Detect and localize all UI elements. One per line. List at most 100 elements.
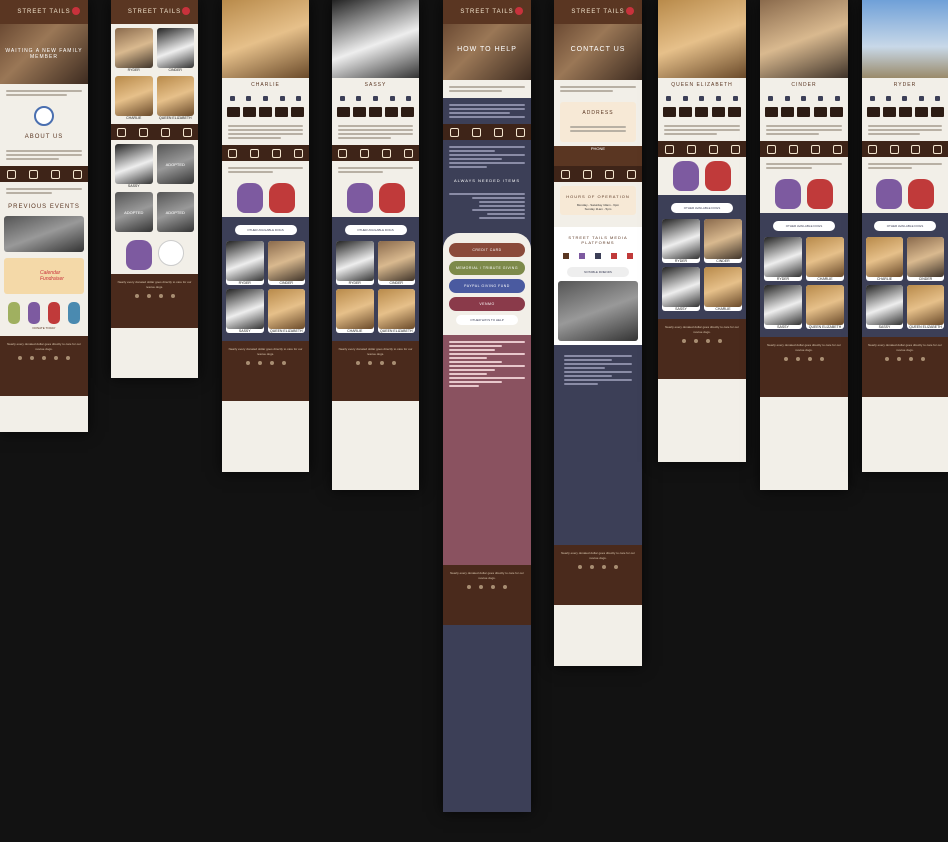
social-icons[interactable] [4,356,84,360]
dog-card[interactable]: SASSY [866,285,903,329]
heart-icon[interactable] [515,7,523,15]
credit-card-button[interactable]: CREDIT CARD [449,243,525,257]
dog-card[interactable]: CHARLIE [704,267,742,311]
dog-name: SASSY [238,329,251,333]
brand-name: STREET TAILS [571,9,625,15]
adoption-process-button[interactable] [775,179,801,209]
dog-card[interactable]: RYDER [115,28,153,72]
memorial-giving-button[interactable]: MEMORIAL / TRIBUTE GIVING [449,261,525,275]
footer-text: Nearly every donated dollar goes directl… [7,342,81,351]
nav-dogs-icon[interactable] [28,169,38,179]
bottom-nav[interactable] [554,166,642,182]
dog-card[interactable]: CINDER [377,241,415,285]
dog-card[interactable]: CINDER [907,237,944,281]
adopt-me-button[interactable] [807,179,833,209]
bottom-nav[interactable] [658,141,746,157]
heart-icon[interactable] [182,7,190,15]
adopted-card[interactable]: ADOPTED [115,192,153,232]
adopted-card[interactable]: ADOPTED [156,192,194,232]
bottom-nav[interactable] [332,145,419,161]
friends-photo [558,281,638,341]
paypal-button[interactable]: PAYPAL GIVING FUND [449,279,525,293]
dog-card[interactable]: CHARLIE [336,289,374,333]
dog-card[interactable]: SASSY [662,267,700,311]
dog-card[interactable]: CINDER [267,241,305,285]
dog-card[interactable]: RYDER [662,219,700,263]
wishlist [443,140,531,174]
nav-home-icon[interactable] [6,169,16,179]
dog-description-more [332,161,419,179]
hero-image: CONTACT US [554,24,642,80]
dog-card[interactable]: SASSY [764,285,802,329]
bottom-nav[interactable] [0,166,88,182]
other-dogs-title: OTHER AVAILABLE DOGS [344,225,407,235]
dog-card[interactable]: CINDER [156,28,194,72]
adopt-me-button[interactable] [705,161,731,191]
adopt-me-button[interactable] [378,183,405,213]
other-dogs-section: OTHER AVAILABLE DOGS RYDER CINDER SASSY … [658,195,746,319]
hero-title: WAITING A NEW FAMILY MEMBER [5,48,83,60]
bottom-nav[interactable] [222,145,309,161]
dog-card[interactable]: RYDER [226,241,264,285]
social-icons[interactable] [558,249,638,263]
events-title: PREVIOUS EVENTS [8,204,80,210]
dog-card[interactable]: QUEEN ELIZABETH [907,285,944,329]
brand-name: STREET TAILS [17,9,71,15]
adoption-paw-button[interactable] [111,240,198,270]
screen-gallery: STREET TAILS RYDER CINDER CHARLIE QUEEN … [111,0,198,378]
bottom-nav[interactable] [443,124,531,140]
bottom-nav[interactable] [111,124,198,140]
phone-title[interactable]: PHONE [554,146,642,166]
adoption-process-button[interactable] [876,179,902,209]
bottom-nav[interactable] [862,141,948,157]
adoption-process-button[interactable] [236,183,263,213]
adoption-process-button[interactable] [346,183,373,213]
donate-paws[interactable] [4,302,84,324]
dog-name: RYDER [893,82,917,88]
heart-icon[interactable] [626,7,634,15]
event-image[interactable] [4,216,84,252]
venmo-button[interactable]: VENMO [449,297,525,311]
bottom-nav[interactable] [760,141,848,157]
dog-name: QUEEN ELIZABETH [159,116,192,120]
nav-help-icon[interactable] [50,169,60,179]
other-dogs-title: OTHER AVAILABLE DOGS [773,221,835,231]
dog-card[interactable]: CHARLIE [866,237,903,281]
dog-card[interactable]: SASSY [226,289,264,333]
dog-card[interactable]: CHARLIE [806,237,844,281]
dog-card[interactable]: QUEEN ELIZABETH [377,289,415,333]
hours-card: HOURS OF OPERATION Monday - Saturday 10a… [560,186,636,215]
nav-contact-icon[interactable] [72,169,82,179]
footer: Nearly every donated dollar goes directl… [222,341,309,401]
topbar: STREET TAILS [443,0,531,24]
footer: Nearly every donated dollar goes directl… [332,341,419,401]
other-dogs-title: OTHER AVAILABLE DOGS [234,225,297,235]
trait-icons [332,92,419,105]
dog-name: QUEEN ELIZABETH [270,329,303,333]
about-more-text [0,182,88,200]
hero-image: HOW TO HELP [443,24,531,80]
dog-card[interactable]: RYDER [764,237,802,281]
event-card[interactable]: Calendar Fundraiser [4,258,84,294]
dog-hero-photo [658,0,746,78]
dog-card[interactable]: QUEEN ELIZABETH [806,285,844,329]
dog-card[interactable]: SASSY [115,144,153,188]
dog-card[interactable]: QUEEN ELIZABETH [267,289,305,333]
payment-section: CREDIT CARD MEMORIAL / TRIBUTE GIVING PA… [443,233,531,335]
adopt-me-button[interactable] [268,183,295,213]
dog-card[interactable]: CHARLIE [115,76,153,120]
dog-hero-photo [222,0,309,78]
screen-contact: STREET TAILS CONTACT US ADDRESS PHONE HO… [554,0,642,666]
dog-card[interactable]: CINDER [704,219,742,263]
adoption-process-button[interactable] [673,161,699,191]
brand-name: STREET TAILS [460,9,514,15]
dog-card[interactable]: QUEEN ELIZABETH [156,76,194,120]
dog-name: CHARLIE [347,329,363,333]
other-ways-title: OTHER WAYS TO HELP [456,315,518,325]
dog-card[interactable]: RYDER [336,241,374,285]
heart-icon[interactable] [72,7,80,15]
adopt-me-button[interactable] [908,179,934,209]
other-ways-list [443,335,531,565]
adopted-card[interactable]: ADOPTED [156,144,194,188]
help-list [443,98,531,124]
